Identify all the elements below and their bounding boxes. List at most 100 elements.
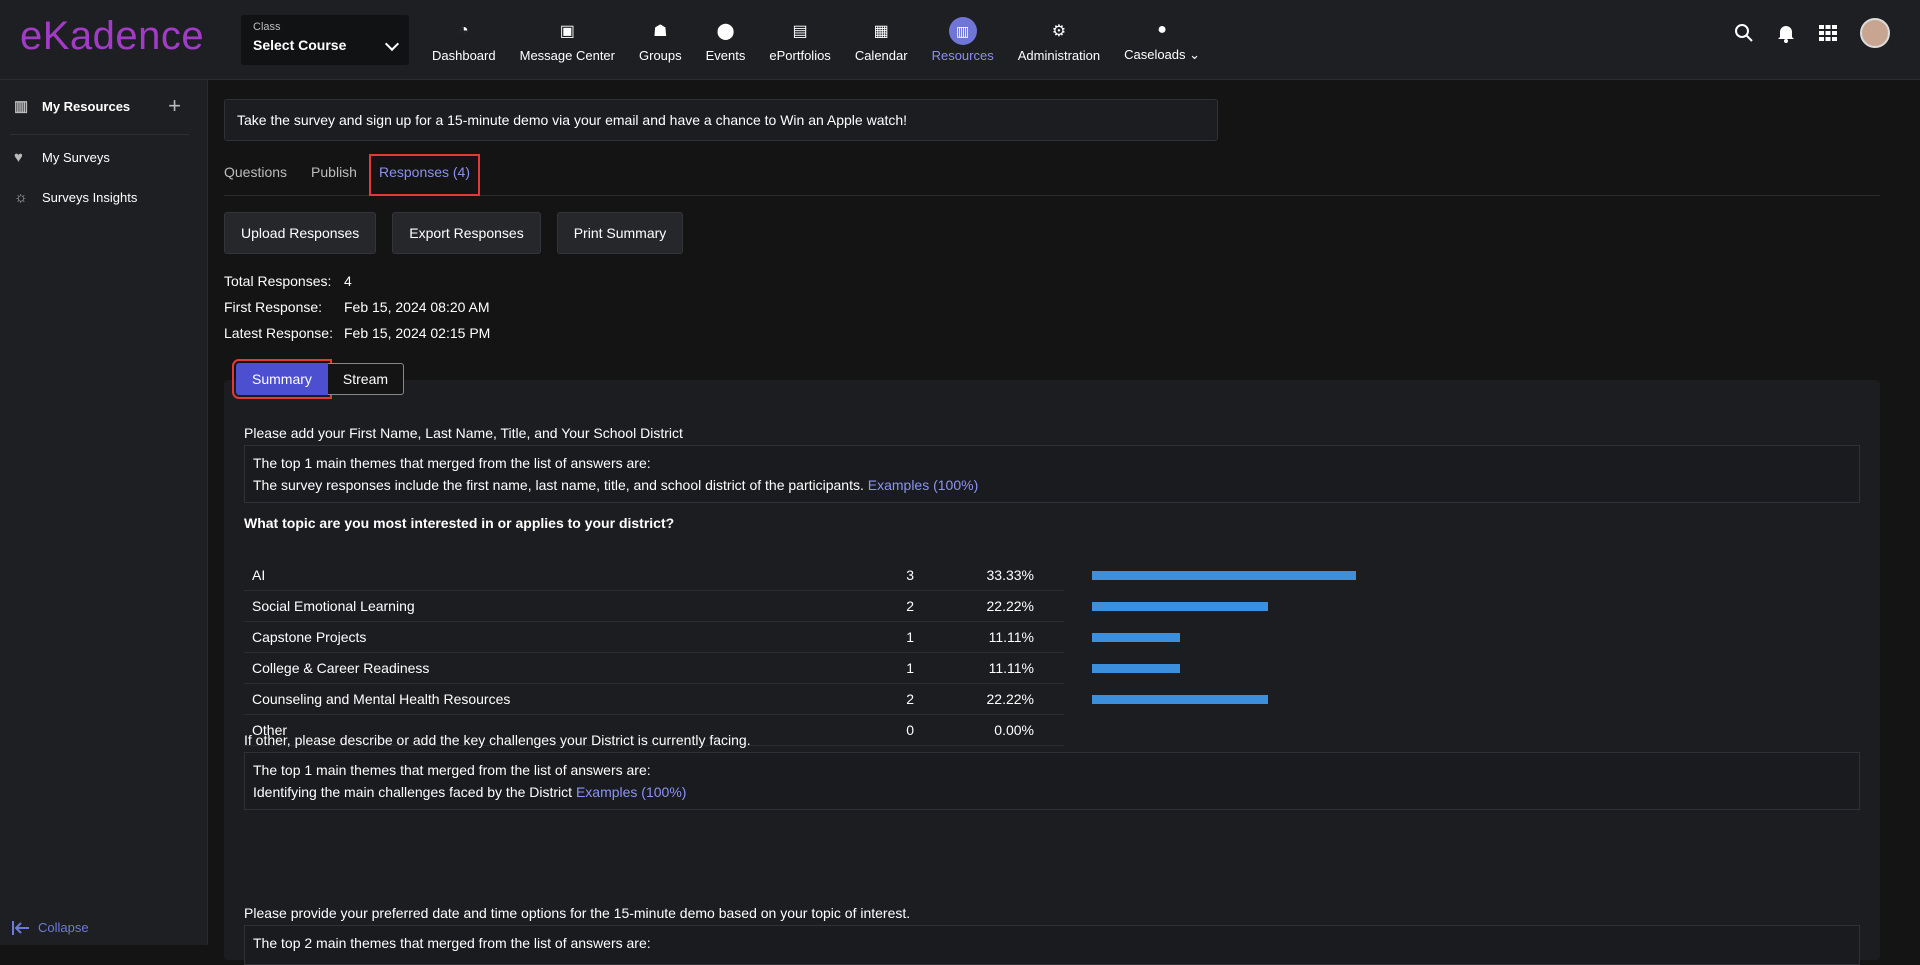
nav-caseloads[interactable]: ● Caseloads ⌄ xyxy=(1112,0,1212,80)
response-stats: Total Responses: 4 First Response: Feb 15,… xyxy=(224,273,490,351)
topic-bar xyxy=(1092,602,1268,611)
collapse-icon xyxy=(12,920,29,935)
stream-toggle-button[interactable]: Stream xyxy=(327,363,405,395)
theme-text: The survey responses include the first n… xyxy=(253,474,1851,496)
topic-label: Social Emotional Learning xyxy=(252,598,415,614)
topic-percent: 33.33% xyxy=(986,567,1034,583)
topic-bar xyxy=(1092,571,1356,580)
gears-icon: ⚙ xyxy=(1051,22,1067,40)
nav-administration[interactable]: ⚙ Administration xyxy=(1006,0,1112,80)
search-icon[interactable] xyxy=(1734,23,1754,43)
stat-value: Feb 15, 2024 08:20 AM xyxy=(344,299,490,315)
theme-summary-box: The top 1 main themes that merged from t… xyxy=(244,752,1860,810)
topic-count: 2 xyxy=(906,598,914,614)
top-navbar: eKadence Class Select Course ◔ Dashboard … xyxy=(0,0,1920,80)
tab-publish[interactable]: Publish xyxy=(311,154,357,195)
topic-percent: 11.11% xyxy=(988,660,1034,676)
topic-table: AI 3 33.33% Social Emotional Learning 2 22.22… xyxy=(244,560,1064,746)
collapse-label: Collapse xyxy=(38,920,89,935)
nav-calendar-label: Calendar xyxy=(854,47,908,63)
nav-resources-label: Resources xyxy=(931,47,994,63)
nav-events-label: Events xyxy=(705,47,746,63)
bar-row xyxy=(1092,622,1492,653)
apps-grid-icon[interactable] xyxy=(1818,23,1838,43)
sidebar-item-label: My Resources xyxy=(42,98,131,114)
nav-dashboard[interactable]: ◔ Dashboard xyxy=(420,0,508,80)
tab-responses[interactable]: Responses (4) xyxy=(368,154,481,196)
divider xyxy=(10,134,189,135)
sidebar-item-my-surveys[interactable]: ♥ My Surveys xyxy=(0,137,207,177)
theme-description: The survey responses include the first n… xyxy=(253,477,864,493)
heart-pulse-icon: ♥ xyxy=(14,148,23,166)
sidebar-item-my-resources[interactable]: ▥ My Resources + xyxy=(0,80,207,132)
theme-summary-box: The top 2 main themes that merged from t… xyxy=(244,925,1860,965)
table-row: Social Emotional Learning 2 22.22% xyxy=(244,591,1064,622)
nav-eportfolios[interactable]: ▤ ePortfolios xyxy=(757,0,842,80)
summary-toggle-button[interactable]: Summary xyxy=(232,359,332,399)
topic-label: Capstone Projects xyxy=(252,629,367,645)
nav-events[interactable]: ⬤ Events xyxy=(694,0,758,80)
topic-count: 2 xyxy=(906,691,914,707)
topic-count: 0 xyxy=(906,722,914,738)
examples-link[interactable]: Examples (100%) xyxy=(576,784,687,800)
nav-eportfolios-label: ePortfolios xyxy=(769,47,831,63)
table-row: College & Career Readiness 1 11.11% xyxy=(244,653,1064,684)
upload-responses-button[interactable]: Upload Responses xyxy=(224,212,377,254)
topic-percent: 11.11% xyxy=(988,629,1034,645)
nav-groups[interactable]: ☗ Groups xyxy=(627,0,694,80)
table-row: AI 3 33.33% xyxy=(244,560,1064,591)
nav-administration-label: Administration xyxy=(1017,47,1101,63)
lightbulb-icon: ☼ xyxy=(14,188,28,206)
sidebar-item-surveys-insights[interactable]: ☼ Surveys Insights xyxy=(0,177,207,217)
library-icon: ▥ xyxy=(948,16,977,45)
nav-dashboard-label: Dashboard xyxy=(432,47,496,63)
main-nav: ◔ Dashboard ▣ Message Center ☗ Groups ⬤ Even… xyxy=(420,0,1212,80)
question-title: Please provide your preferred date and t… xyxy=(244,905,911,921)
nav-calendar[interactable]: ▦ Calendar xyxy=(843,0,920,80)
survey-tabs: Questions Publish Responses (4) xyxy=(224,154,1880,196)
question-title: If other, please describe or add the key… xyxy=(244,732,751,748)
theme-description: Identifying the main challenges faced by… xyxy=(253,784,573,800)
survey-banner-field[interactable]: Take the survey and sign up for a 15-min… xyxy=(224,99,1218,141)
topic-bar xyxy=(1092,664,1180,673)
stat-latest: Latest Response: Feb 15, 2024 02:15 PM xyxy=(224,325,490,351)
examples-link[interactable]: Examples (100%) xyxy=(868,477,979,493)
response-actions: Upload Responses Export Responses Print … xyxy=(224,212,684,254)
topic-percent: 22.22% xyxy=(986,691,1034,707)
view-toggle: Summary Stream xyxy=(232,359,405,399)
topic-percent: 0.00% xyxy=(994,722,1034,738)
bar-row xyxy=(1092,560,1492,591)
stat-total: Total Responses: 4 xyxy=(224,273,490,299)
bar-row xyxy=(1092,684,1492,715)
tab-questions[interactable]: Questions xyxy=(224,154,287,195)
user-icon: ● xyxy=(1157,21,1167,38)
gauge-icon: ◔ xyxy=(458,21,469,39)
bar-row xyxy=(1092,715,1492,746)
print-summary-button[interactable]: Print Summary xyxy=(556,212,684,254)
question-title: Please add your First Name, Last Name, T… xyxy=(244,425,683,441)
user-avatar[interactable] xyxy=(1860,18,1890,48)
export-responses-button[interactable]: Export Responses xyxy=(392,212,541,254)
bar-row xyxy=(1092,591,1492,622)
nav-message-center[interactable]: ▣ Message Center xyxy=(508,0,627,80)
stat-label: First Response: xyxy=(224,299,323,315)
table-row: Capstone Projects 1 11.11% xyxy=(244,622,1064,653)
add-icon[interactable]: + xyxy=(168,93,181,119)
nav-resources[interactable]: ▥ Resources xyxy=(920,0,1006,80)
briefcase-icon: ▤ xyxy=(792,22,808,40)
class-selector[interactable]: Class Select Course xyxy=(241,15,409,65)
header-actions xyxy=(1734,18,1890,48)
collapse-button[interactable]: Collapse xyxy=(12,920,89,935)
library-icon: ▥ xyxy=(14,98,29,115)
theme-summary-box: The top 1 main themes that merged from t… xyxy=(244,445,1860,503)
sidebar-item-label: My Surveys xyxy=(42,149,110,165)
group-icon: ☗ xyxy=(653,22,668,40)
sidebar-item-label: Surveys Insights xyxy=(42,189,138,205)
main-content: Take the survey and sign up for a 15-min… xyxy=(208,80,1908,965)
stat-first: First Response: Feb 15, 2024 08:20 AM xyxy=(224,299,490,325)
ekadence-logo[interactable]: eKadence xyxy=(20,14,204,59)
class-selector-label: Class xyxy=(253,21,281,33)
nav-caseloads-label: Caseloads ⌄ xyxy=(1124,47,1201,62)
topic-bar-chart xyxy=(1092,560,1492,746)
bell-icon[interactable] xyxy=(1776,23,1796,43)
